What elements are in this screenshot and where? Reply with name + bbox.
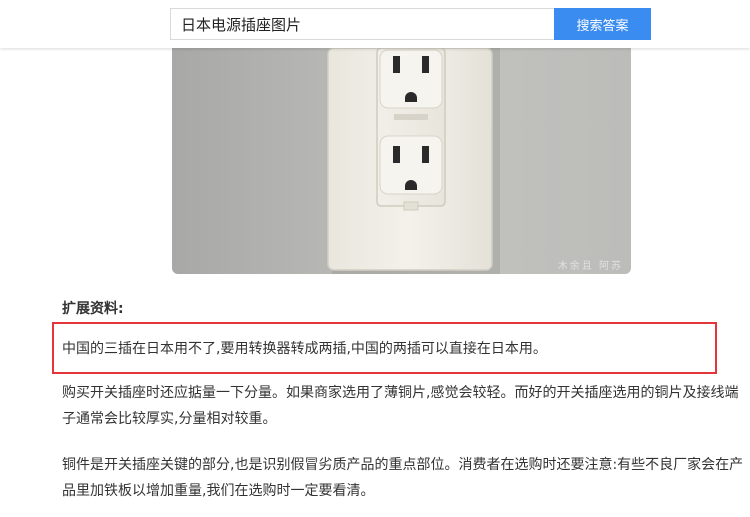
search-bar: 搜索答案 xyxy=(0,0,750,48)
search-answer-button[interactable]: 搜索答案 xyxy=(554,8,651,40)
paragraph-weight-tip: 购买开关插座时还应掂量一下分量。如果商家选用了薄铜片,感觉会较轻。而好的开关插座… xyxy=(62,385,739,427)
paragraph-copper-tip: 铜件是开关插座关键的部分,也是识别假冒劣质产品的重点部位。消费者在选购时还要注意… xyxy=(62,457,744,499)
socket-photo: 木余且 阿苏 xyxy=(172,48,631,274)
socket-illustration xyxy=(327,48,500,274)
section-title: 扩展资料: xyxy=(62,301,124,317)
photo-watermark: 木余且 阿苏 xyxy=(557,261,623,272)
highlighted-paragraph: 中国的三插在日本用不了,要用转换器转成两插,中国的两插可以直接在日本用。 xyxy=(62,341,547,357)
search-input[interactable] xyxy=(170,8,554,40)
